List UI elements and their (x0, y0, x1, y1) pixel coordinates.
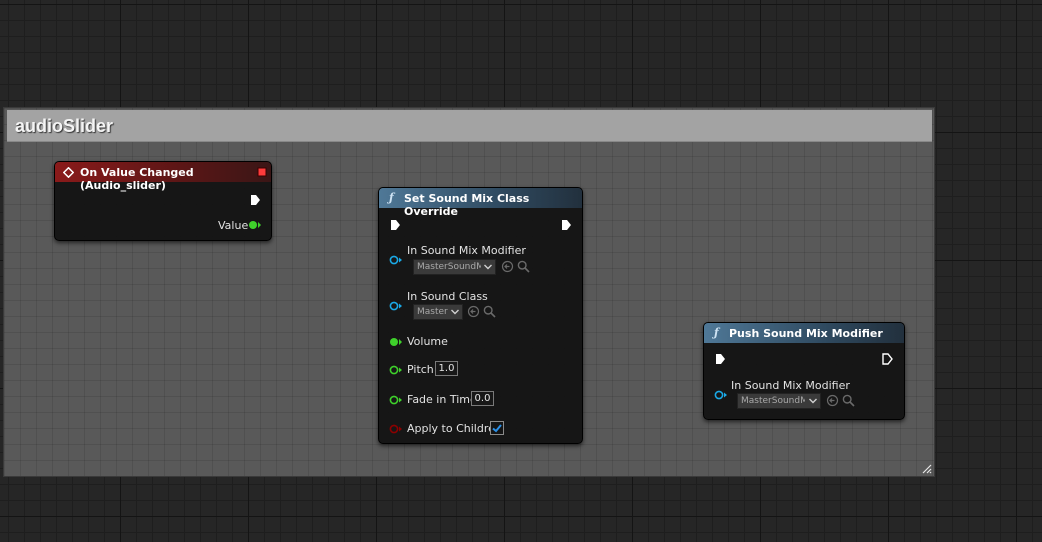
browse-search-icon[interactable] (483, 305, 496, 318)
event-node-title: On Value Changed (Audio_slider) (80, 166, 194, 192)
exec-in-pin-icon[interactable] (390, 219, 401, 231)
browse-search-icon[interactable] (842, 394, 855, 407)
chevron-down-icon (809, 398, 817, 404)
apply-to-children-pin-label: Apply to Children (407, 422, 502, 435)
volume-pin-label: Volume (407, 335, 448, 348)
set-node-title: Set Sound Mix Class Override (404, 192, 530, 218)
exec-out-pin-icon[interactable] (882, 353, 893, 365)
apply-to-children-checkbox[interactable] (490, 421, 504, 435)
use-selected-arrow-icon[interactable] (826, 394, 839, 407)
object-pin-icon[interactable] (389, 301, 403, 311)
event-node-header[interactable]: On Value Changed (Audio_slider) (55, 162, 271, 192)
push-node-header[interactable]: ƒ Push Sound Mix Modifier (704, 323, 904, 343)
chevron-down-icon (451, 309, 459, 315)
checkmark-icon (492, 424, 502, 433)
object-pin-icon[interactable] (389, 255, 403, 265)
fade-in-time-pin-label: Fade in Time (407, 393, 477, 406)
push-in-sound-mix-modifier-value: MasterSoundM (741, 396, 805, 406)
chevron-down-icon (484, 264, 492, 270)
in-sound-mix-modifier-label: In Sound Mix Modifier (407, 244, 526, 257)
in-sound-mix-modifier-value: MasterSoundM (417, 262, 481, 272)
push-in-sound-mix-modifier-dropdown[interactable]: MasterSoundM (737, 393, 821, 409)
object-pin-icon[interactable] (714, 390, 728, 400)
float-pin-icon[interactable] (389, 337, 403, 347)
float-pin-icon[interactable] (389, 395, 403, 405)
set-sound-mix-class-override-node[interactable]: ƒ Set Sound Mix Class Override In Sound … (378, 187, 583, 444)
value-pin-label: Value (218, 219, 249, 232)
in-sound-class-dropdown[interactable]: Master (413, 304, 463, 320)
comment-header[interactable]: audioSlider (7, 110, 932, 142)
exec-in-pin-icon[interactable] (715, 353, 726, 365)
float-pin-icon[interactable] (248, 220, 262, 230)
use-selected-arrow-icon[interactable] (501, 260, 514, 273)
delegate-square-icon[interactable] (257, 167, 267, 177)
use-selected-arrow-icon[interactable] (467, 305, 480, 318)
push-in-sound-mix-modifier-label: In Sound Mix Modifier (731, 379, 850, 392)
fade-in-time-input[interactable]: 0.0 (471, 391, 494, 406)
in-sound-class-value: Master (417, 307, 448, 317)
browse-search-icon[interactable] (517, 260, 530, 273)
in-sound-mix-modifier-dropdown[interactable]: MasterSoundM (413, 259, 496, 275)
pitch-pin-label: Pitch (407, 363, 434, 376)
set-node-header[interactable]: ƒ Set Sound Mix Class Override (379, 188, 582, 218)
push-node-title: Push Sound Mix Modifier (729, 327, 883, 340)
float-pin-icon[interactable] (389, 365, 403, 375)
in-sound-class-label: In Sound Class (407, 290, 488, 303)
exec-out-pin-icon[interactable] (561, 219, 572, 231)
exec-out-pin-icon[interactable] (250, 194, 261, 206)
event-node-on-value-changed[interactable]: On Value Changed (Audio_slider) Value (54, 161, 272, 241)
resize-grip-icon[interactable] (920, 462, 932, 474)
event-diamond-icon (63, 167, 74, 178)
bool-pin-icon[interactable] (389, 424, 403, 434)
function-f-icon: ƒ (389, 191, 394, 204)
push-sound-mix-modifier-node[interactable]: ƒ Push Sound Mix Modifier In Sound Mix M… (703, 322, 905, 420)
function-f-icon: ƒ (714, 326, 719, 339)
pitch-input[interactable]: 1.0 (435, 361, 458, 376)
comment-title: audioSlider (15, 116, 114, 136)
